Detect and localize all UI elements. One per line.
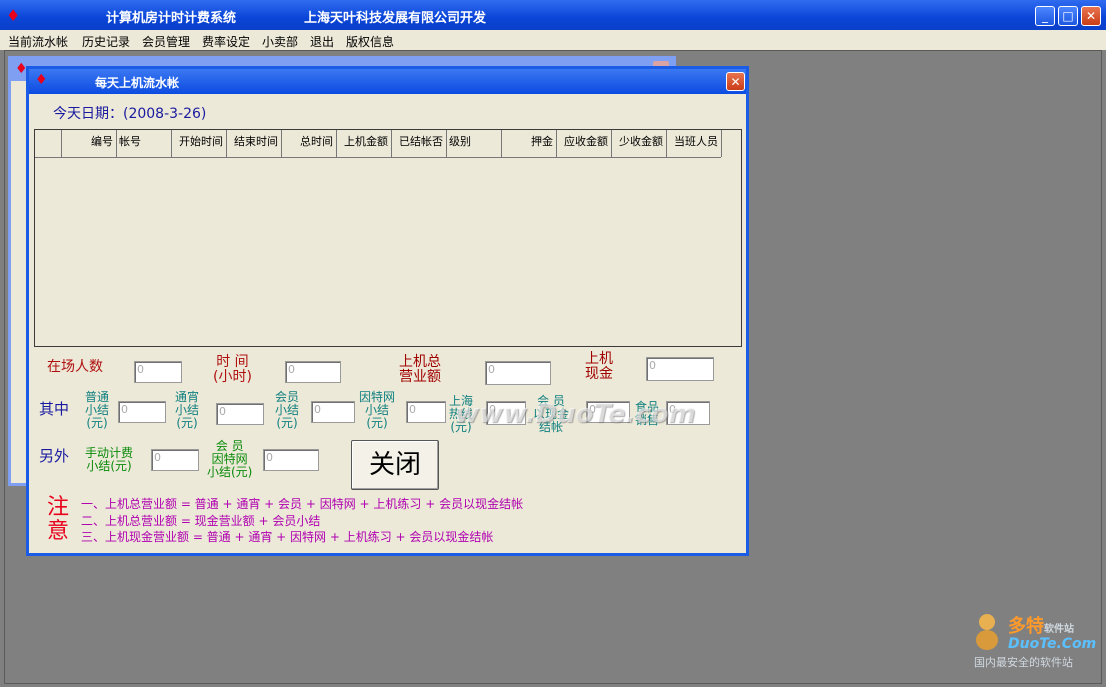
col-deposit[interactable]: 押金 — [502, 130, 557, 157]
logo-title-small: 软件站 — [1044, 624, 1074, 635]
dialog-title-bar: ♦ 每天上机流水帐 ✕ — [29, 69, 746, 94]
menu-item-shop[interactable]: 小卖部 — [262, 33, 298, 50]
note-line-1: 一、上机总营业额 = 普通 + 通宵 + 会员 + 因特网 + 上机练习 + 会… — [81, 497, 524, 511]
present-count-field[interactable]: 0 — [134, 361, 182, 383]
watermark-text: www.DuoTe.com — [455, 399, 696, 429]
internet-subtotal-field[interactable]: 0 — [406, 401, 446, 423]
note-line-2: 二、上机总营业额 = 现金营业额 + 会员小结 — [81, 514, 321, 528]
internet-subtotal-label: 因特网 小结 (元) — [359, 391, 395, 430]
app-developer-title: 上海天叶科技发展有限公司开发 — [304, 11, 487, 26]
menu-item-copyright[interactable]: 版权信息 — [346, 33, 394, 50]
member-internet-label: 会 员 因特网 小结(元) — [207, 440, 252, 479]
daily-ledger-dialog: ♦ 每天上机流水帐 ✕ 今天日期：(2008-3-26) 编号 帐号 开始时间 … — [26, 66, 749, 556]
extra-label: 另外 — [39, 447, 70, 465]
internet-label-line3: (元) — [366, 416, 388, 430]
cash-field[interactable]: 0 — [646, 357, 714, 381]
window-close-button[interactable]: ✕ — [1081, 6, 1101, 26]
cash-label-line2: 现金 — [585, 366, 613, 382]
maximize-button[interactable]: □ — [1058, 6, 1078, 26]
logo-slogan: 国内最安全的软件站 — [974, 656, 1073, 669]
member-label-line3: (元) — [276, 416, 298, 430]
cash-label: 上机 现金 — [585, 352, 613, 382]
normal-label-line3: (元) — [86, 416, 108, 430]
menu-item-rates[interactable]: 费率设定 — [202, 33, 250, 50]
overnight-subtotal-field[interactable]: 0 — [216, 403, 264, 425]
menu-bar: 当前流水帐 历史记录 会员管理 费率设定 小卖部 退出 版权信息 — [0, 30, 1106, 50]
close-button[interactable]: 关闭 — [351, 440, 439, 490]
menu-item-members[interactable]: 会员管理 — [142, 33, 190, 50]
manual-billing-label: 手动计费 小结(元) — [85, 447, 133, 473]
normal-subtotal-field[interactable]: 0 — [118, 401, 166, 423]
today-date: 今天日期：(2008-3-26) — [53, 106, 207, 122]
col-settled[interactable]: 已结帐否 — [392, 130, 447, 157]
col-shortfall[interactable]: 少收金额 — [612, 130, 667, 157]
cash-label-line1: 上机 — [585, 351, 613, 367]
time-label: 时 间 (小时) — [213, 355, 252, 385]
member-subtotal-field[interactable]: 0 — [311, 401, 355, 423]
grid-header: 编号 帐号 开始时间 结束时间 总时间 上机金额 已结帐否 级别 押金 应收金额… — [35, 130, 722, 158]
manual-billing-field[interactable]: 0 — [151, 449, 199, 471]
time-label-line2: (小时) — [213, 369, 252, 385]
breakdown-label: 其中 — [39, 400, 70, 418]
present-count-label: 在场人数 — [47, 359, 103, 375]
manual-billing-label-line2: 小结(元) — [86, 459, 132, 473]
app-diamond-icon: ♦ — [6, 6, 21, 25]
overnight-label-line3: (元) — [176, 416, 198, 430]
dialog-title: 每天上机流水帐 — [95, 76, 180, 90]
member-internet-field[interactable]: 0 — [263, 449, 319, 471]
col-operator[interactable]: 当班人员 — [667, 130, 722, 157]
col-start-time[interactable]: 开始时间 — [172, 130, 227, 157]
ledger-grid[interactable]: 编号 帐号 开始时间 结束时间 总时间 上机金额 已结帐否 级别 押金 应收金额… — [34, 129, 742, 347]
total-revenue-field[interactable]: 0 — [485, 361, 551, 385]
site-logo: 多特软件站 DuoTe.Com 国内最安全的软件站 — [970, 612, 1100, 672]
app-title: 计算机房计时计费系统 — [106, 11, 237, 26]
col-account[interactable]: 帐号 — [117, 130, 172, 157]
time-label-line1: 时 间 — [216, 354, 249, 370]
menu-item-exit[interactable]: 退出 — [310, 33, 334, 50]
total-revenue-label-line1: 上机总 — [399, 354, 441, 370]
col-amount[interactable]: 上机金额 — [337, 130, 392, 157]
main-title-bar: ♦ 计算机房计时计费系统 上海天叶科技发展有限公司开发 _ □ ✕ — [0, 0, 1106, 30]
member-subtotal-label: 会员 小结 (元) — [275, 391, 299, 430]
dialog-diamond-icon: ♦ — [35, 72, 48, 88]
minimize-button[interactable]: _ — [1035, 6, 1055, 26]
menu-item-history[interactable]: 历史记录 — [82, 33, 130, 50]
logo-domain: DuoTe.Com — [1008, 636, 1097, 652]
member-internet-label-line3: 小结(元) — [207, 465, 253, 479]
menu-item-current-ledger[interactable]: 当前流水帐 — [8, 33, 68, 50]
note-line-3: 三、上机现金营业额 = 普通 + 通宵 + 因特网 + 上机练习 + 会员以现金… — [81, 530, 494, 544]
overnight-subtotal-label: 通宵 小结 (元) — [175, 391, 199, 430]
normal-subtotal-label: 普通 小结 (元) — [85, 391, 109, 430]
total-revenue-label: 上机总 营业额 — [399, 355, 441, 385]
total-revenue-label-line2: 营业额 — [399, 369, 441, 385]
note-char-2: 意 — [47, 519, 70, 544]
col-level[interactable]: 级别 — [447, 130, 502, 157]
col-id[interactable]: 编号 — [62, 130, 117, 157]
grid-row-selector-header — [35, 130, 62, 157]
col-end-time[interactable]: 结束时间 — [227, 130, 282, 157]
logo-title-main: 多特 — [1008, 616, 1044, 637]
col-total-time[interactable]: 总时间 — [282, 130, 337, 157]
logo-title: 多特软件站 — [1008, 612, 1074, 638]
dialog-close-icon[interactable]: ✕ — [726, 72, 745, 91]
col-receivable[interactable]: 应收金额 — [557, 130, 612, 157]
time-field[interactable]: 0 — [285, 361, 341, 383]
mascot-icon — [976, 614, 998, 650]
